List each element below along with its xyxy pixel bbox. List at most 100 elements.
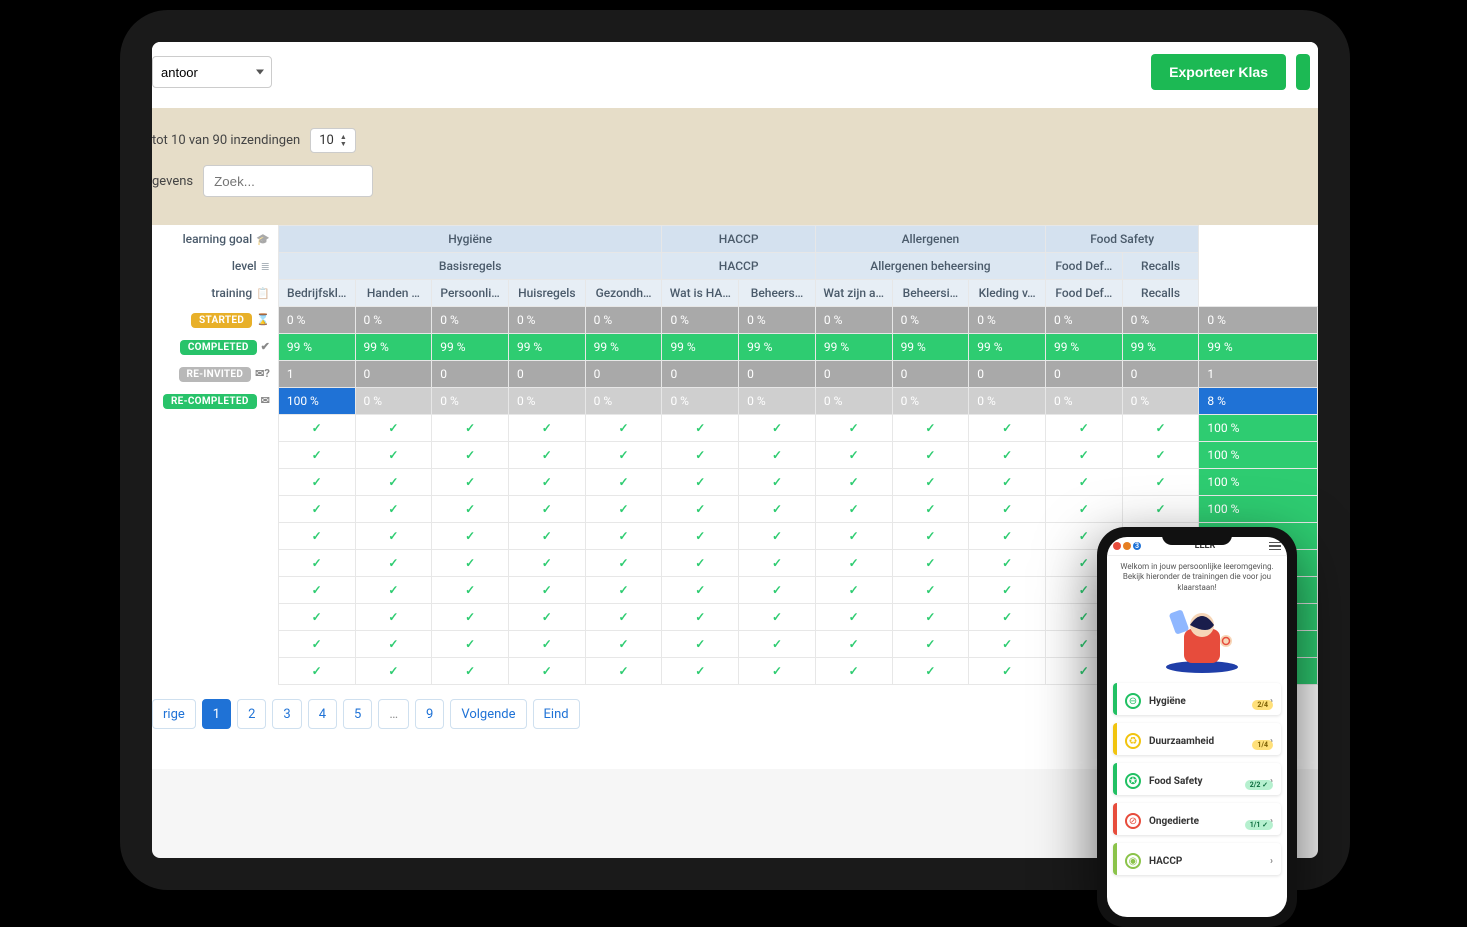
result-cell: ✓	[815, 415, 892, 442]
training-col[interactable]: Food Def…	[1045, 280, 1122, 307]
level-fooddef[interactable]: Food Def…	[1045, 253, 1122, 280]
training-col[interactable]: Huisregels	[508, 280, 585, 307]
pager-ellipsis: …	[378, 699, 409, 729]
phone-training-item[interactable]: ◉ HACCP ›	[1113, 843, 1281, 875]
check-icon: ✓	[925, 448, 935, 462]
goal-col-hygiene[interactable]: Hygiëne	[278, 226, 662, 253]
goal-col-allergenen[interactable]: Allergenen	[815, 226, 1045, 253]
table-row[interactable]: ✓✓✓✓✓✓✓✓✓✓✓✓100 %	[152, 442, 1318, 469]
result-cell: ✓	[278, 658, 355, 685]
level-allergenen[interactable]: Allergenen beheersing	[815, 253, 1045, 280]
check-icon: ✓	[1079, 610, 1089, 624]
check-icon: ✓	[849, 664, 859, 678]
secondary-action-button[interactable]	[1296, 54, 1310, 90]
training-col[interactable]: Kleding v…	[969, 280, 1046, 307]
check-icon: ✓	[465, 529, 475, 543]
level-haccp[interactable]: HACCP	[662, 253, 815, 280]
goal-col-foodsafety[interactable]: Food Safety	[1045, 226, 1198, 253]
result-cell: ✓	[969, 577, 1046, 604]
check-icon: ✓	[465, 448, 475, 462]
result-cell: ✓	[815, 523, 892, 550]
pager-prev[interactable]: rige	[152, 699, 196, 729]
page-size-select[interactable]: 10 ▲▼	[310, 128, 356, 153]
check-icon: ✓	[772, 637, 782, 651]
menu-icon[interactable]	[1269, 542, 1281, 551]
stat-cell: 0 %	[355, 388, 432, 415]
level-recalls[interactable]: Recalls	[1122, 253, 1199, 280]
pager-page[interactable]: 2	[237, 699, 266, 729]
check-icon: ✓	[925, 664, 935, 678]
training-col[interactable]: Beheers…	[739, 280, 816, 307]
check-icon: ✓	[388, 583, 398, 597]
training-col[interactable]: Handen …	[355, 280, 432, 307]
phone-training-item[interactable]: ⊖ Hygiëne › 2/4	[1113, 683, 1281, 715]
class-select-wrap[interactable]: antoor	[152, 56, 272, 88]
check-icon: ✓	[1002, 664, 1012, 678]
result-cell: ✓	[585, 658, 662, 685]
result-cell: ✓	[1045, 442, 1122, 469]
check-icon: ✓	[849, 529, 859, 543]
phone-training-item[interactable]: ✪ Food Safety › 2/2 ✓	[1113, 763, 1281, 795]
result-cell: ✓	[585, 415, 662, 442]
pager-page[interactable]: 5	[343, 699, 372, 729]
result-cell: ✓	[815, 550, 892, 577]
layers-icon: ≣	[261, 260, 270, 273]
result-cell: ✓	[662, 415, 739, 442]
stat-label: RE-COMPLETED✉	[152, 388, 278, 415]
training-header: training📋	[152, 280, 278, 307]
check-icon: ✓	[465, 556, 475, 570]
result-cell: ✓	[662, 658, 739, 685]
training-col[interactable]: Persoonli…	[432, 280, 509, 307]
table-row[interactable]: ✓✓✓✓✓✓✓✓✓✓✓✓100 %	[152, 496, 1318, 523]
row-total: 100 %	[1199, 496, 1318, 523]
stat-cell: 99 %	[892, 334, 969, 361]
training-col[interactable]: Wat is HA…	[662, 280, 739, 307]
pager-end[interactable]: Eind	[533, 699, 580, 729]
table-row[interactable]: ✓✓✓✓✓✓✓✓✓✓✓✓100 %	[152, 469, 1318, 496]
filter-strip: tot 10 van 90 inzendingen 10 ▲▼ gevens	[152, 108, 1318, 225]
check-icon: ✓	[1156, 421, 1166, 435]
training-col[interactable]: Bedrijfskl…	[278, 280, 355, 307]
check-icon: ✓	[925, 610, 935, 624]
training-col[interactable]: Wat zijn a…	[815, 280, 892, 307]
page-size-value: 10	[319, 133, 334, 148]
result-cell: ✓	[508, 631, 585, 658]
training-icon: ⊘	[1125, 813, 1141, 829]
search-input[interactable]	[203, 165, 373, 197]
status-icon: ✉	[261, 394, 270, 407]
phone-training-item[interactable]: ⊘ Ongedierte › 1/1 ✓	[1113, 803, 1281, 835]
goal-col-haccp[interactable]: HACCP	[662, 226, 815, 253]
check-icon: ✓	[388, 475, 398, 489]
pager-page[interactable]: 1	[202, 699, 231, 729]
check-icon: ✓	[312, 475, 322, 489]
pager-page[interactable]: 9	[415, 699, 444, 729]
result-cell: ✓	[892, 604, 969, 631]
level-basisregels[interactable]: Basisregels	[278, 253, 662, 280]
stat-row-recompleted: RE-COMPLETED✉100 %0 %0 %0 %0 %0 %0 %0 %0…	[152, 388, 1318, 415]
pager-page[interactable]: 3	[272, 699, 301, 729]
check-icon: ✓	[925, 421, 935, 435]
training-col[interactable]: Gezondh…	[585, 280, 662, 307]
table-row[interactable]: ✓✓✓✓✓✓✓✓✓✓✓✓100 %	[152, 415, 1318, 442]
phone-training-item[interactable]: ♻ Duurzaamheid › 1/4	[1113, 723, 1281, 755]
training-col[interactable]: Recalls	[1122, 280, 1199, 307]
stat-cell: 0	[662, 361, 739, 388]
result-cell: ✓	[969, 415, 1046, 442]
result-cell: ✓	[508, 577, 585, 604]
result-cell: ✓	[355, 496, 432, 523]
check-icon: ✓	[1002, 583, 1012, 597]
result-cell: ✓	[662, 604, 739, 631]
training-col[interactable]: Beheersi…	[892, 280, 969, 307]
phone-training-list[interactable]: ⊖ Hygiëne › 2/4 ♻ Duurzaamheid › 1/4 ✪ F…	[1107, 675, 1287, 917]
stat-cell: 0 %	[355, 307, 432, 334]
result-cell: ✓	[739, 658, 816, 685]
result-cell: ✓	[432, 496, 509, 523]
class-select[interactable]: antoor	[152, 56, 272, 88]
export-class-button[interactable]: Exporteer Klas	[1151, 54, 1286, 90]
check-icon: ✓	[849, 637, 859, 651]
result-cell: ✓	[892, 496, 969, 523]
pager-page[interactable]: 4	[308, 699, 337, 729]
training-title: Hygiëne	[1149, 696, 1262, 707]
pager-next[interactable]: Volgende	[450, 699, 526, 729]
stat-cell: 99 %	[278, 334, 355, 361]
